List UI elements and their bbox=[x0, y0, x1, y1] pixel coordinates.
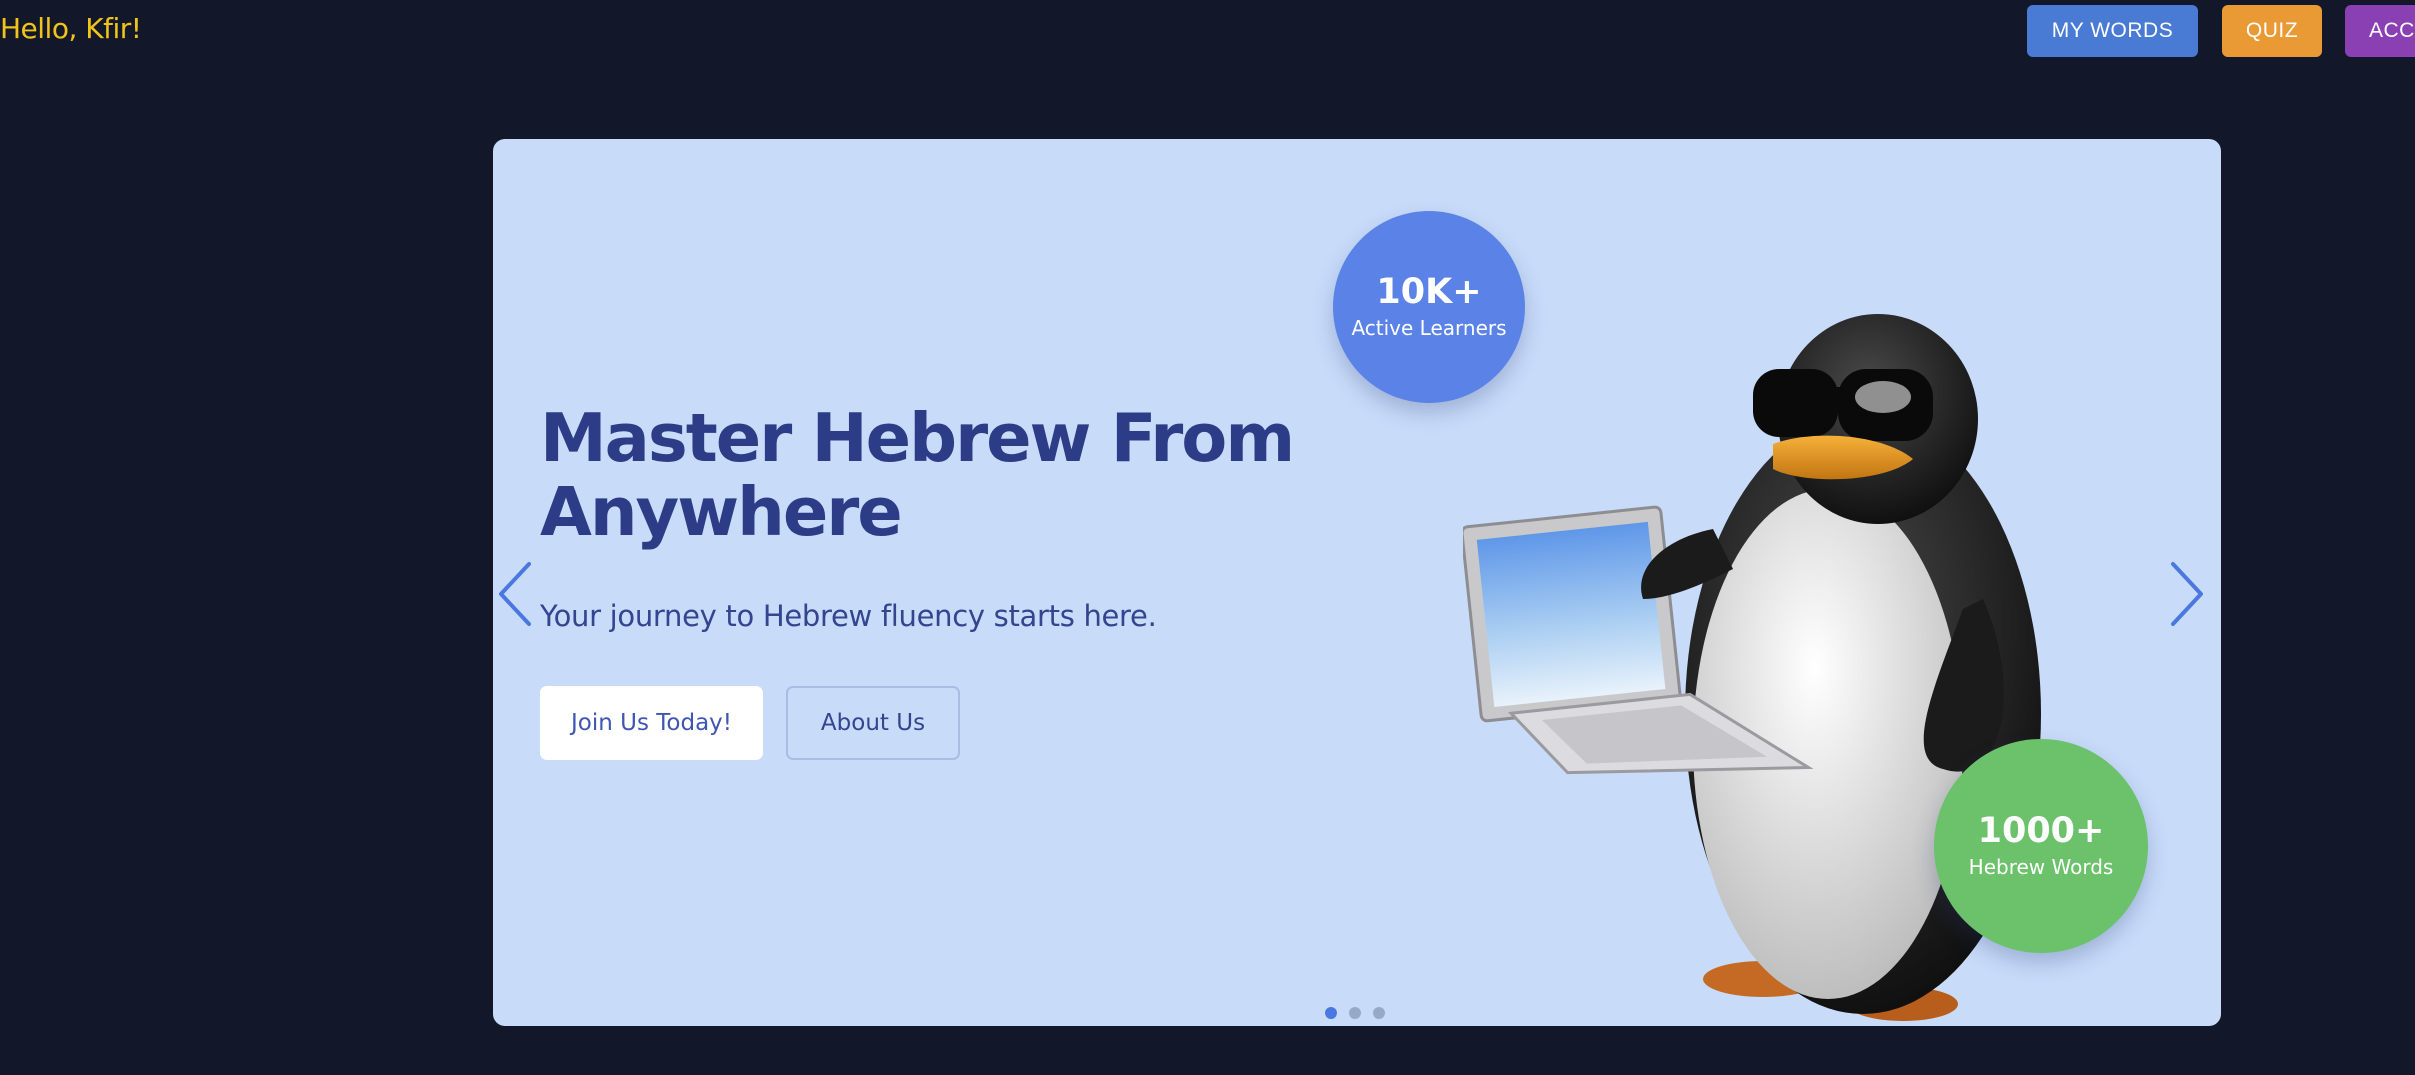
carousel-dot-3[interactable] bbox=[1373, 1007, 1385, 1019]
stat-value: 1000+ bbox=[1977, 811, 2105, 851]
greeting-text: Hello, Kfir! bbox=[0, 12, 142, 45]
carousel-dot-2[interactable] bbox=[1349, 1007, 1361, 1019]
hero-carousel: Master Hebrew From Anywhere Your journey… bbox=[493, 139, 2221, 1026]
chevron-right-icon bbox=[2171, 562, 2203, 626]
hero-subtitle: Your journey to Hebrew fluency starts he… bbox=[540, 599, 1157, 633]
quiz-button[interactable]: QUIZ bbox=[2222, 5, 2322, 57]
join-us-button[interactable]: Join Us Today! bbox=[540, 686, 763, 760]
stat-value: 10K+ bbox=[1376, 272, 1482, 312]
chevron-left-icon bbox=[499, 562, 531, 626]
stat-label: Hebrew Words bbox=[1968, 855, 2114, 879]
about-us-button[interactable]: About Us bbox=[786, 686, 960, 760]
account-button[interactable]: ACCOUNT bbox=[2345, 5, 2415, 57]
stat-hebrew-words: 1000+ Hebrew Words bbox=[1934, 739, 2148, 953]
carousel-dot-1[interactable] bbox=[1325, 1007, 1337, 1019]
carousel-dots bbox=[1325, 1007, 1385, 1019]
hero-title: Master Hebrew From Anywhere bbox=[540, 399, 1295, 551]
stat-label: Active Learners bbox=[1351, 316, 1507, 340]
stat-active-learners: 10K+ Active Learners bbox=[1333, 211, 1525, 403]
my-words-button[interactable]: MY WORDS bbox=[2027, 5, 2198, 57]
carousel-next-arrow[interactable] bbox=[2159, 554, 2209, 634]
carousel-prev-arrow[interactable] bbox=[493, 554, 543, 634]
